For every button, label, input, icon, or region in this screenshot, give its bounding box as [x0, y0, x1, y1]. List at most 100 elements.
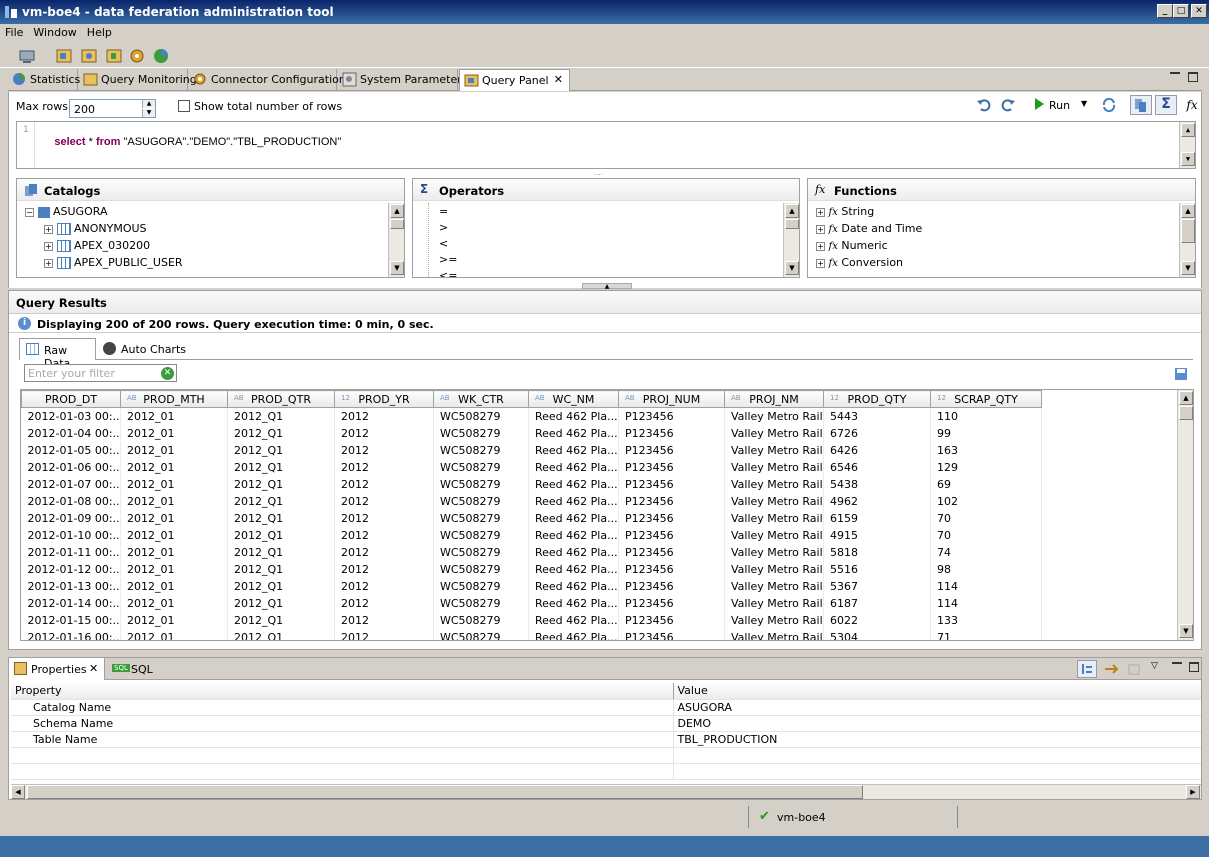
maximize-properties-icon[interactable]	[1189, 662, 1199, 672]
menu-window[interactable]: Window	[28, 24, 81, 39]
table-cell[interactable]: 99	[930, 424, 1042, 442]
functions-scrollbar[interactable]: ▲ ▼	[1179, 203, 1195, 277]
table-cell[interactable]: 133	[930, 611, 1042, 629]
table-cell[interactable]: 5438	[823, 475, 931, 493]
close-properties-icon[interactable]: ✕	[89, 662, 98, 675]
column-header-prod-dt[interactable]: PROD_DT	[21, 390, 121, 408]
table-cell[interactable]: 2012_Q1	[227, 492, 335, 510]
table-cell[interactable]: WC508279	[433, 594, 529, 612]
table-cell[interactable]: WC508279	[433, 543, 529, 561]
table-cell[interactable]: Valley Metro Rail	[724, 509, 824, 527]
table-cell[interactable]: 71	[930, 628, 1042, 640]
table-cell[interactable]: Reed 462 Pla...	[528, 475, 619, 493]
table-cell[interactable]: 2012-01-13 00:...	[21, 577, 121, 595]
function-group[interactable]: + fx Numeric	[816, 239, 888, 256]
table-cell[interactable]: 2012_Q1	[227, 526, 335, 544]
table-cell[interactable]: P123456	[618, 458, 725, 476]
column-header-wk-ctr[interactable]: AB WK_CTR	[433, 390, 529, 408]
table-cell[interactable]: 2012-01-14 00:...	[21, 594, 121, 612]
table-cell[interactable]: 2012_01	[120, 509, 228, 527]
table-cell[interactable]: Valley Metro Rail	[724, 407, 824, 425]
server-connect-icon[interactable]	[18, 47, 36, 65]
table-cell[interactable]: WC508279	[433, 458, 529, 476]
chart-toolbar-icon[interactable]	[152, 47, 170, 65]
tab-query-panel[interactable]: Query Panel ✕	[459, 69, 570, 91]
column-header-proj-nm[interactable]: AB PROJ_NM	[724, 390, 824, 408]
catalog-toggle-icon[interactable]	[1130, 95, 1152, 115]
table-cell[interactable]: 2012_01	[120, 407, 228, 425]
table-cell[interactable]: 5818	[823, 543, 931, 561]
table-cell[interactable]: WC508279	[433, 560, 529, 578]
table-cell[interactable]: P123456	[618, 526, 725, 544]
minimize-button[interactable]: _	[1157, 4, 1173, 18]
column-header-proj-num[interactable]: AB PROJ_NUM	[618, 390, 725, 408]
table-cell[interactable]: 2012	[334, 407, 434, 425]
column-header-scrap-qty[interactable]: 12 SCRAP_QTY	[930, 390, 1042, 408]
table-cell[interactable]: WC508279	[433, 628, 529, 640]
table-cell[interactable]: Valley Metro Rail	[724, 475, 824, 493]
menu-file[interactable]: File	[0, 24, 28, 39]
table-cell[interactable]: 2012	[334, 594, 434, 612]
column-header-prod-mth[interactable]: AB PROD_MTH	[120, 390, 228, 408]
expand-icon[interactable]: +	[44, 259, 53, 268]
operator-item[interactable]: >	[439, 221, 448, 238]
table-row[interactable]: 2012-01-07 00:... 2012_01 2012_Q1 2012 WC508…	[21, 475, 1042, 493]
function-group[interactable]: + fx String	[816, 205, 874, 222]
table-cell[interactable]: 2012	[334, 628, 434, 640]
table-cell[interactable]: 2012_Q1	[227, 577, 335, 595]
table-cell[interactable]: 2012	[334, 492, 434, 510]
table-cell[interactable]: Reed 462 Pla...	[528, 458, 619, 476]
table-cell[interactable]: Reed 462 Pla...	[528, 509, 619, 527]
table-cell[interactable]: 129	[930, 458, 1042, 476]
tab-system-parameters[interactable]: System Parameters	[338, 69, 467, 91]
table-cell[interactable]: WC508279	[433, 492, 529, 510]
tree-node-asugora[interactable]: − ASUGORA	[25, 205, 107, 222]
table-row[interactable]: 2012-01-13 00:... 2012_01 2012_Q1 2012 WC508…	[21, 577, 1042, 595]
table-row[interactable]: 2012-01-14 00:... 2012_01 2012_Q1 2012 WC508…	[21, 594, 1042, 612]
table-cell[interactable]: Valley Metro Rail	[724, 458, 824, 476]
table-cell[interactable]: P123456	[618, 407, 725, 425]
property-value[interactable]: TBL_PRODUCTION	[673, 731, 1201, 748]
table-cell[interactable]: 110	[930, 407, 1042, 425]
table-cell[interactable]: Reed 462 Pla...	[528, 441, 619, 459]
column-header-wc-nm[interactable]: AB WC_NM	[528, 390, 619, 408]
table-cell[interactable]: 2012-01-07 00:...	[21, 475, 121, 493]
expand-icon[interactable]: +	[44, 242, 53, 251]
connector-toolbar-icon[interactable]	[105, 47, 123, 65]
function-group[interactable]: + fx Date and Time	[816, 222, 922, 239]
table-row[interactable]: 2012-01-03 00:... 2012_01 2012_Q1 2012 WC508…	[21, 407, 1042, 425]
expand-icon[interactable]: +	[816, 242, 825, 251]
table-cell[interactable]: Reed 462 Pla...	[528, 492, 619, 510]
table-cell[interactable]: 6726	[823, 424, 931, 442]
filter-input[interactable]: Enter your filter ✕	[24, 364, 177, 382]
table-row[interactable]: 2012-01-12 00:... 2012_01 2012_Q1 2012 WC508…	[21, 560, 1042, 578]
table-cell[interactable]: 2012_Q1	[227, 611, 335, 629]
close-tab-icon[interactable]: ✕	[554, 73, 563, 86]
functions-toggle-icon[interactable]: fx	[1181, 95, 1203, 115]
table-cell[interactable]: 74	[930, 543, 1042, 561]
table-cell[interactable]: 2012_Q1	[227, 475, 335, 493]
table-cell[interactable]: Reed 462 Pla...	[528, 560, 619, 578]
undo-icon[interactable]	[976, 97, 992, 113]
table-row[interactable]: 2012-01-16 00:... 2012_01 2012_Q1 2012 WC508…	[21, 628, 1042, 640]
table-cell[interactable]: 2012	[334, 611, 434, 629]
table-cell[interactable]: Reed 462 Pla...	[528, 543, 619, 561]
table-cell[interactable]: 2012-01-06 00:...	[21, 458, 121, 476]
table-cell[interactable]: P123456	[618, 594, 725, 612]
table-cell[interactable]: 2012_01	[120, 543, 228, 561]
table-cell[interactable]: P123456	[618, 543, 725, 561]
table-cell[interactable]: Reed 462 Pla...	[528, 407, 619, 425]
table-cell[interactable]: 2012_01	[120, 424, 228, 442]
expand-icon[interactable]: +	[44, 225, 53, 234]
table-row[interactable]: 2012-01-10 00:... 2012_01 2012_Q1 2012 WC508…	[21, 526, 1042, 544]
table-cell[interactable]: 2012_01	[120, 628, 228, 640]
tab-sql[interactable]: SQL SQL	[109, 658, 159, 680]
table-cell[interactable]: 114	[930, 577, 1042, 595]
table-cell[interactable]: 2012-01-08 00:...	[21, 492, 121, 510]
view-menu-icon[interactable]: ▽	[1151, 661, 1158, 671]
table-cell[interactable]: 2012	[334, 543, 434, 561]
operators-toggle-icon[interactable]: Σ	[1155, 95, 1177, 115]
value-column-header[interactable]: Value	[673, 683, 1201, 700]
table-cell[interactable]: Valley Metro Rail	[724, 424, 824, 442]
column-header-prod-qty[interactable]: 12 PROD_QTY	[823, 390, 931, 408]
